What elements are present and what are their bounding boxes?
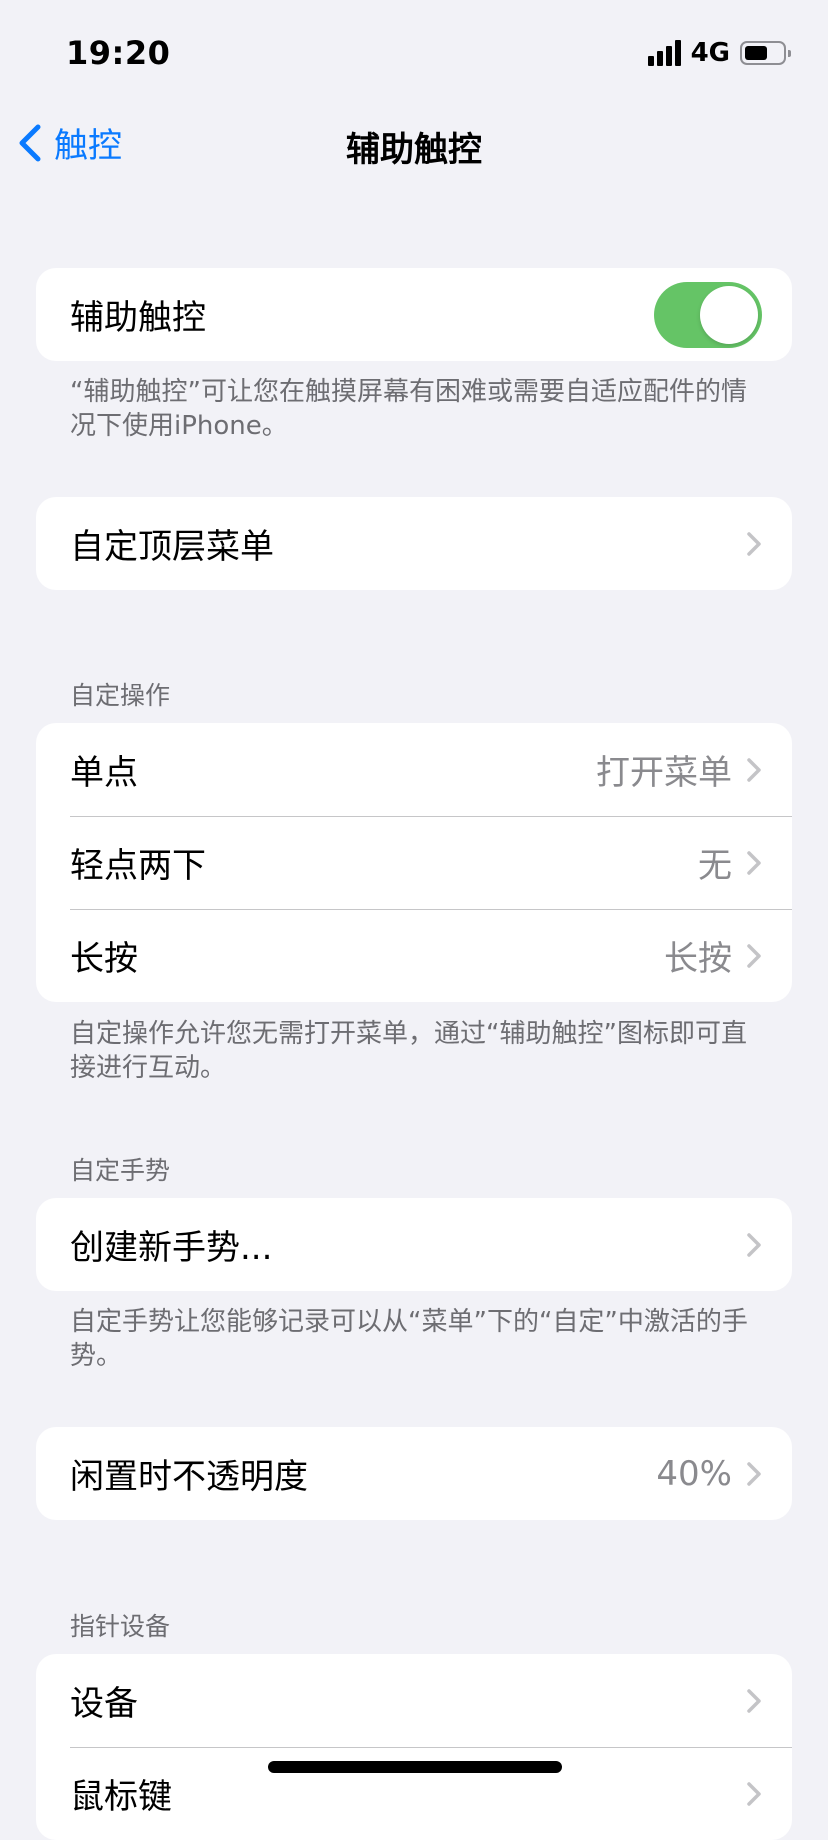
custom-actions-group: 单点 打开菜单 轻点两下 无 长按 长按 (36, 723, 792, 1002)
navigation-bar: 触控 辅助触控 (0, 104, 828, 192)
chevron-right-icon (747, 1781, 761, 1806)
assistive-touch-footer: “辅助触控”可让您在触摸屏幕有困难或需要自适应配件的情况下使用iPhone。 (70, 377, 747, 441)
double-tap-label: 轻点两下 (70, 846, 206, 886)
single-tap-value: 打开菜单 (596, 753, 732, 793)
single-tap-row[interactable]: 单点 打开菜单 (36, 723, 792, 816)
network-type: 4G (690, 38, 730, 68)
toggle-knob (700, 285, 758, 344)
custom-actions-header: 自定操作 (70, 681, 171, 710)
status-time: 19:20 (66, 34, 171, 72)
double-tap-value: 无 (698, 846, 732, 886)
battery-icon (740, 41, 791, 65)
double-tap-row[interactable]: 轻点两下 无 (36, 816, 792, 909)
mouse-keys-label: 鼠标键 (70, 1777, 172, 1817)
customize-top-menu-row[interactable]: 自定顶层菜单 (36, 497, 792, 590)
chevron-right-icon (747, 850, 761, 875)
battery-cap (788, 50, 791, 57)
long-press-value: 长按 (664, 939, 732, 979)
page-title: 辅助触控 (346, 130, 482, 170)
custom-gestures-header: 自定手势 (70, 1156, 171, 1185)
devices-label: 设备 (70, 1684, 138, 1724)
pointer-devices-group: 设备 鼠标键 (36, 1654, 792, 1840)
pointer-devices-header: 指针设备 (70, 1612, 171, 1641)
assistive-touch-label: 辅助触控 (70, 298, 206, 338)
assistive-touch-row: 辅助触控 (36, 268, 792, 361)
chevron-right-icon (747, 1232, 761, 1257)
chevron-right-icon (747, 1461, 761, 1486)
customize-top-menu-label: 自定顶层菜单 (70, 527, 274, 567)
long-press-label: 长按 (70, 939, 138, 979)
create-gesture-row[interactable]: 创建新手势... (36, 1198, 792, 1291)
custom-gestures-footer: 自定手势让您能够记录可以从“菜单”下的“自定”中激活的手势。 (70, 1307, 748, 1371)
custom-gestures-group: 创建新手势... (36, 1198, 792, 1291)
idle-opacity-row[interactable]: 闲置时不透明度 40% (36, 1427, 792, 1520)
chevron-right-icon (747, 531, 761, 556)
create-gesture-label: 创建新手势... (70, 1228, 273, 1268)
assistive-touch-toggle[interactable] (654, 281, 762, 348)
custom-actions-footer: 自定操作允许您无需打开菜单，通过“辅助触控”图标即可直接进行互动。 (70, 1019, 747, 1083)
devices-row[interactable]: 设备 (36, 1654, 792, 1747)
home-indicator[interactable] (268, 1761, 562, 1773)
single-tap-label: 单点 (70, 753, 138, 793)
assistive-touch-group: 辅助触控 (36, 268, 792, 361)
top-menu-group: 自定顶层菜单 (36, 497, 792, 590)
chevron-right-icon (747, 1688, 761, 1713)
status-icons: 4G (647, 38, 791, 68)
long-press-row[interactable]: 长按 长按 (36, 909, 792, 1002)
chevron-right-icon (747, 757, 761, 782)
idle-opacity-value: 40% (656, 1453, 732, 1494)
chevron-right-icon (747, 943, 761, 968)
idle-opacity-label: 闲置时不透明度 (70, 1457, 308, 1497)
battery-fill (745, 46, 767, 60)
status-bar: 19:20 4G (0, 0, 828, 104)
idle-opacity-group: 闲置时不透明度 40% (36, 1427, 792, 1520)
cellular-signal-icon (647, 40, 681, 66)
